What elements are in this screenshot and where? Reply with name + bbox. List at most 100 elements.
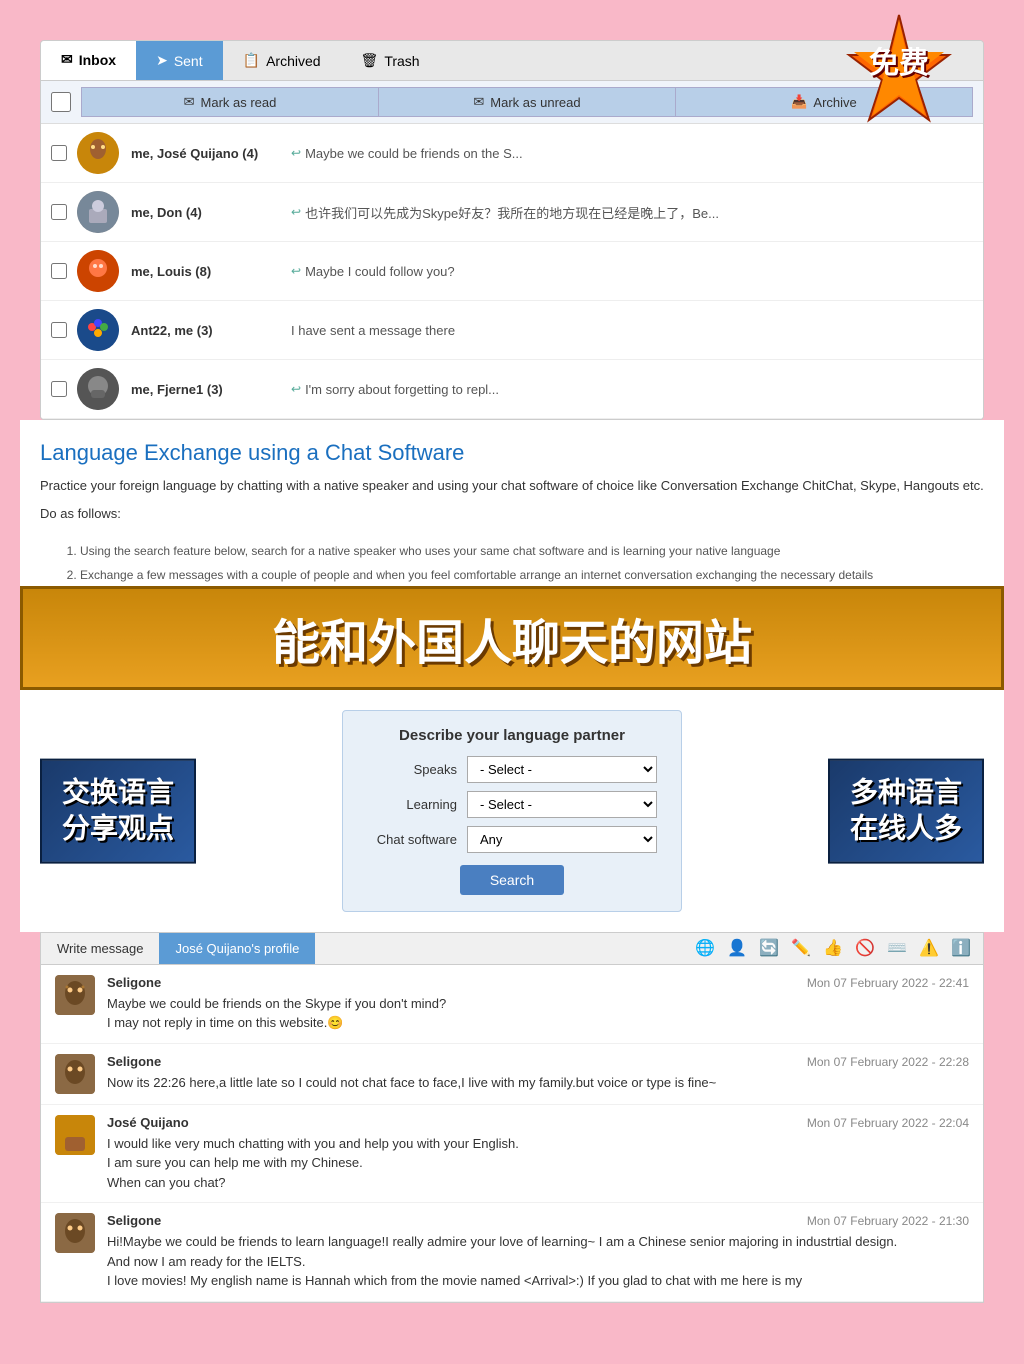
- chat-username: Seligone: [107, 1054, 161, 1069]
- message-list: me, José Quijano (4) ↩ Maybe we could be…: [41, 124, 983, 419]
- promo-box-right: 多种语言 在线人多: [828, 758, 984, 863]
- chat-tabs: Write message José Quijano's profile 🌐 👤…: [41, 933, 983, 965]
- learning-label: Learning: [367, 797, 457, 812]
- avatar: [77, 250, 119, 292]
- info-icon[interactable]: ℹ️: [947, 934, 975, 962]
- avatar: [77, 309, 119, 351]
- chat-timestamp: Mon 07 February 2022 - 22:04: [807, 1116, 969, 1130]
- step-1: Using the search feature below, search f…: [80, 541, 984, 561]
- warning-icon[interactable]: ⚠️: [915, 934, 943, 962]
- lang-exchange-section: Language Exchange using a Chat Software …: [20, 420, 1004, 541]
- message-checkbox[interactable]: [51, 263, 67, 279]
- learning-select[interactable]: - Select -: [467, 791, 657, 818]
- chat-text: Now its 22:26 here,a little late so I co…: [107, 1073, 969, 1093]
- avatar: [55, 1213, 95, 1253]
- mark-read-button[interactable]: ✉ Mark as read: [81, 87, 379, 117]
- step-2: Exchange a few messages with a couple of…: [80, 565, 984, 585]
- list-item: Seligone Mon 07 February 2022 - 22:41 Ma…: [41, 965, 983, 1044]
- chat-timestamp: Mon 07 February 2022 - 22:28: [807, 1055, 969, 1069]
- lang-exchange-title: Language Exchange using a Chat Software: [40, 440, 984, 466]
- avatar: [77, 191, 119, 233]
- avatar: [55, 975, 95, 1015]
- mianfei-badge: 免费: [834, 10, 964, 145]
- table-row[interactable]: me, Louis (8) ↩ Maybe I could follow you…: [41, 242, 983, 301]
- form-title: Describe your language partner: [367, 727, 657, 744]
- message-sender: me, Don (4): [131, 205, 291, 220]
- message-header: José Quijano Mon 07 February 2022 - 22:0…: [107, 1115, 969, 1130]
- avatar: [55, 1054, 95, 1094]
- table-row[interactable]: Ant22, me (3) I have sent a message ther…: [41, 301, 983, 360]
- message-content: Seligone Mon 07 February 2022 - 21:30 Hi…: [107, 1213, 969, 1291]
- message-header: Seligone Mon 07 February 2022 - 21:30: [107, 1213, 969, 1228]
- mark-unread-button[interactable]: ✉ Mark as unread: [379, 87, 676, 117]
- search-button[interactable]: Search: [460, 865, 564, 895]
- speaks-row: Speaks - Select -: [367, 756, 657, 783]
- avatar: [77, 132, 119, 174]
- message-preview: ↩ Maybe I could follow you?: [291, 264, 455, 279]
- keyboard-icon[interactable]: ⌨️: [883, 934, 911, 962]
- tab-sent[interactable]: ➤ Sent: [136, 41, 223, 80]
- chat-section: Write message José Quijano's profile 🌐 👤…: [20, 932, 1004, 1323]
- chat-username: Seligone: [107, 975, 161, 990]
- do-as-follows: Do as follows:: [40, 504, 984, 524]
- table-row[interactable]: me, Don (4) ↩ 也许我们可以先成为Skype好友？我所在的地方现在已…: [41, 183, 983, 242]
- avatar: [77, 368, 119, 410]
- message-checkbox[interactable]: [51, 381, 67, 397]
- chat-text: I would like very much chatting with you…: [107, 1134, 969, 1193]
- avatar: [55, 1115, 95, 1155]
- reply-icon: ↩: [291, 146, 301, 160]
- learning-row: Learning - Select -: [367, 791, 657, 818]
- message-checkbox[interactable]: [51, 145, 67, 161]
- mianfei-text: 免费: [869, 38, 929, 82]
- message-sender: me, Louis (8): [131, 264, 291, 279]
- reply-icon: ↩: [291, 264, 301, 278]
- table-row[interactable]: me, Fjerne1 (3) ↩ I'm sorry about forget…: [41, 360, 983, 419]
- chat-username: José Quijano: [107, 1115, 189, 1130]
- chat-messages: Seligone Mon 07 February 2022 - 22:41 Ma…: [41, 965, 983, 1302]
- message-preview: ↩ I'm sorry about forgetting to repl...: [291, 382, 499, 397]
- globe-icon[interactable]: 🌐: [691, 934, 719, 962]
- chinese-headline: 能和外国人聊天的网站: [20, 586, 1004, 690]
- speaks-label: Speaks: [367, 762, 457, 777]
- thumbsup-icon[interactable]: 👍: [819, 934, 847, 962]
- message-sender: Ant22, me (3): [131, 323, 291, 338]
- message-checkbox[interactable]: [51, 204, 67, 220]
- block-icon[interactable]: 🚫: [851, 934, 879, 962]
- message-checkbox[interactable]: [51, 322, 67, 338]
- message-sender: me, José Quijano (4): [131, 146, 291, 161]
- reply-icon: ↩: [291, 205, 301, 219]
- select-all-checkbox[interactable]: [51, 92, 71, 112]
- message-header: Seligone Mon 07 February 2022 - 22:41: [107, 975, 969, 990]
- chat-select[interactable]: Any: [467, 826, 657, 853]
- chat-icon-bar: 🌐 👤 🔄 ✏️ 👍 🚫 ⌨️ ⚠️ ℹ️: [691, 934, 983, 962]
- message-preview: ↩ 也许我们可以先成为Skype好友？我所在的地方现在已经是晚上了，Be...: [291, 203, 719, 222]
- promo-box-left: 交换语言 分享观点: [40, 758, 196, 863]
- edit-icon[interactable]: ✏️: [787, 934, 815, 962]
- tab-trash[interactable]: 🗑 Trash: [341, 41, 440, 80]
- form-promo-section: 交换语言 分享观点 多种语言 在线人多 Describe your langua…: [20, 690, 1004, 932]
- list-item: Seligone Mon 07 February 2022 - 22:28 No…: [41, 1044, 983, 1105]
- message-content: Seligone Mon 07 February 2022 - 22:41 Ma…: [107, 975, 969, 1033]
- chat-text: Maybe we could be friends on the Skype i…: [107, 994, 969, 1033]
- tab-inbox[interactable]: ✉ Inbox: [41, 41, 136, 80]
- message-content: Seligone Mon 07 February 2022 - 22:28 No…: [107, 1054, 969, 1094]
- inbox-section: ✉ Inbox ➤ Sent 📋 Archived 🗑 Trash ✉ Mark…: [20, 20, 1004, 420]
- chat-software-row: Chat software Any: [367, 826, 657, 853]
- chat-text: Hi!Maybe we could be friends to learn la…: [107, 1232, 969, 1291]
- chat-username: Seligone: [107, 1213, 161, 1228]
- tab-profile[interactable]: José Quijano's profile: [159, 933, 315, 964]
- user-icon[interactable]: 👤: [723, 934, 751, 962]
- list-item: Seligone Mon 07 February 2022 - 21:30 Hi…: [41, 1203, 983, 1302]
- chat-timestamp: Mon 07 February 2022 - 22:41: [807, 976, 969, 990]
- lang-form: Describe your language partner Speaks - …: [342, 710, 682, 912]
- message-content: José Quijano Mon 07 February 2022 - 22:0…: [107, 1115, 969, 1193]
- refresh-icon[interactable]: 🔄: [755, 934, 783, 962]
- promo-headline-section: Using the search feature below, search f…: [20, 541, 1004, 690]
- tab-archived[interactable]: 📋 Archived: [223, 41, 341, 80]
- chat-timestamp: Mon 07 February 2022 - 21:30: [807, 1214, 969, 1228]
- speaks-select[interactable]: - Select -: [467, 756, 657, 783]
- tab-write-message[interactable]: Write message: [41, 933, 159, 964]
- message-header: Seligone Mon 07 February 2022 - 22:28: [107, 1054, 969, 1069]
- message-preview: ↩ Maybe we could be friends on the S...: [291, 146, 523, 161]
- message-sender: me, Fjerne1 (3): [131, 382, 291, 397]
